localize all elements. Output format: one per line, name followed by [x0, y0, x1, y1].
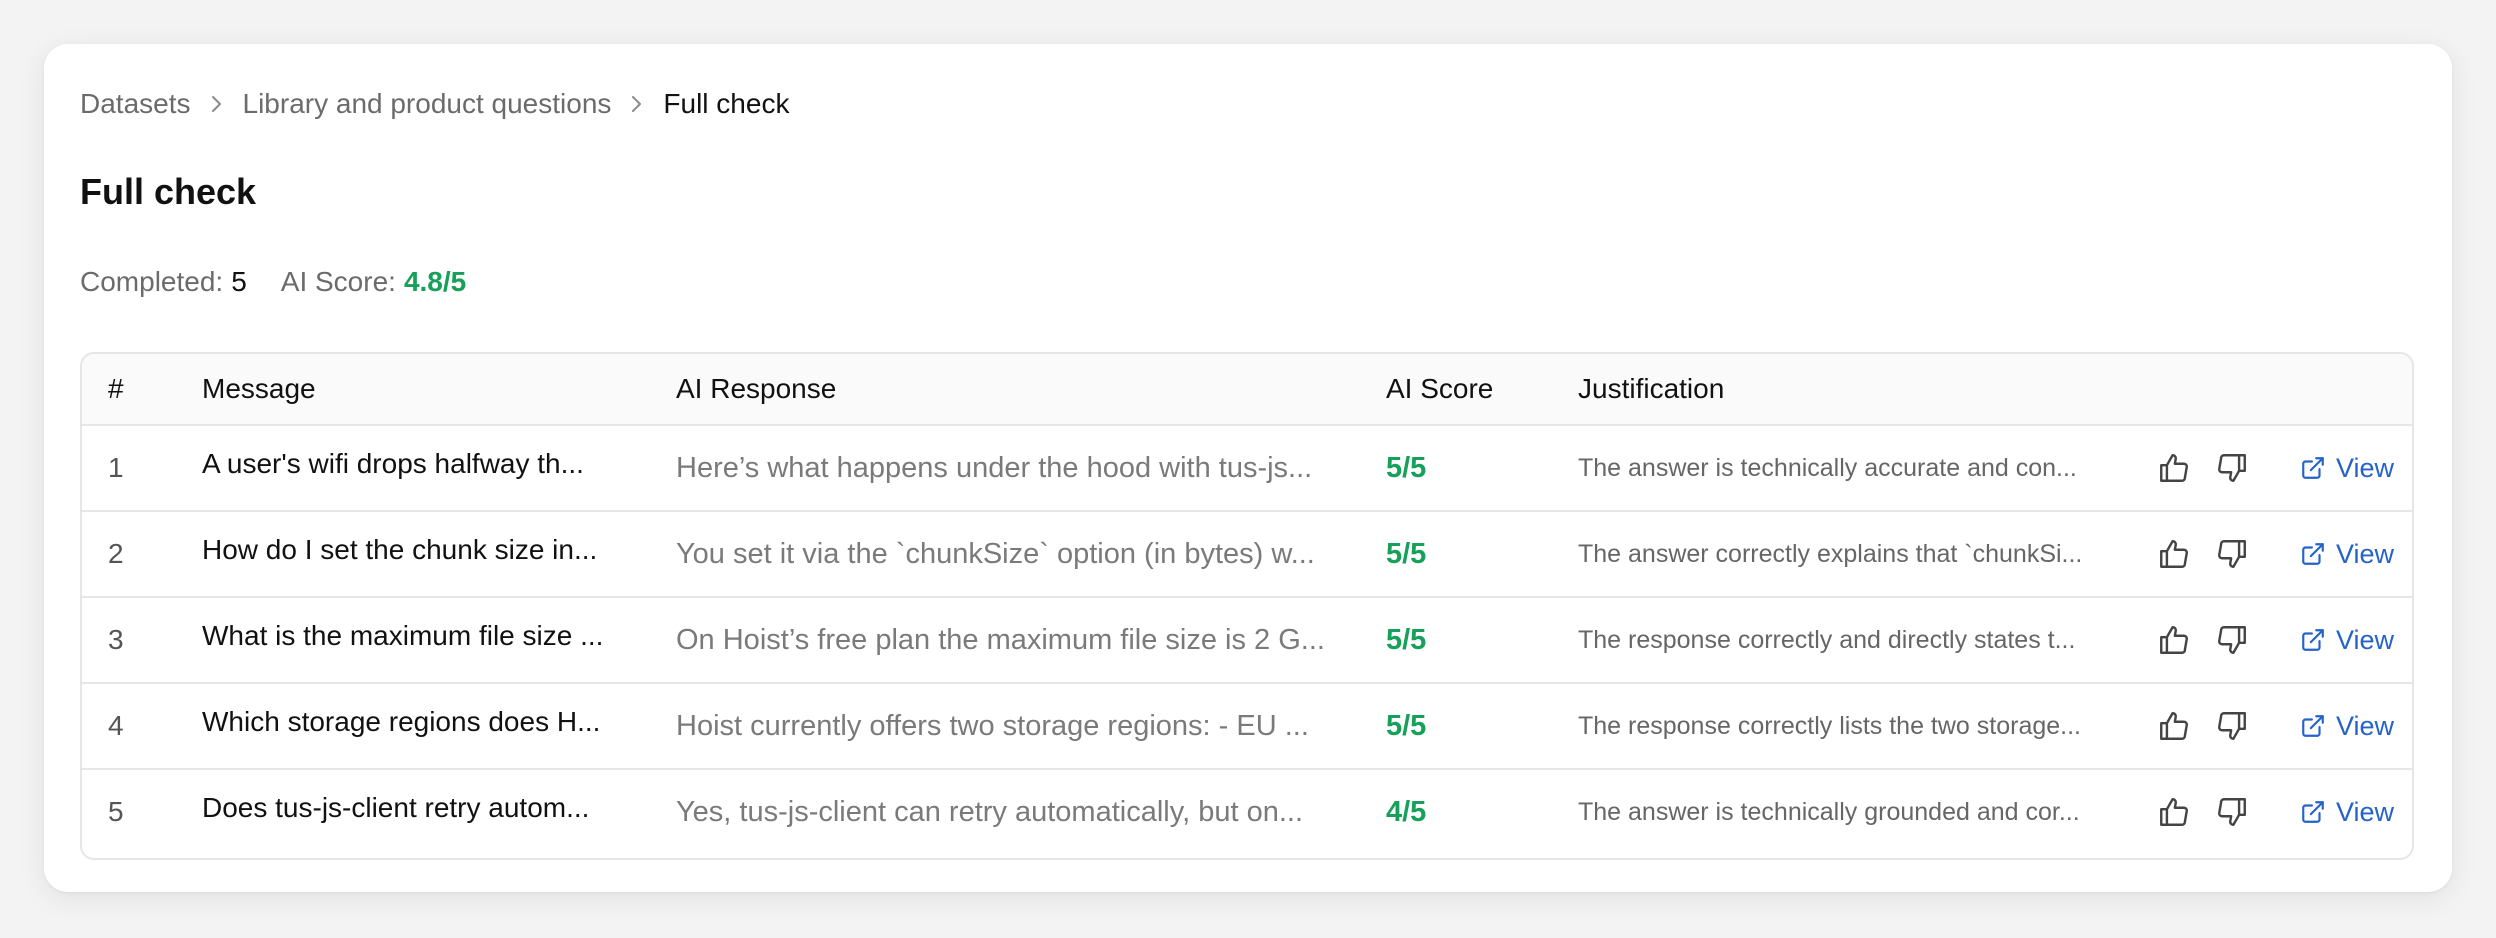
header-ai-score: AI Score: [1386, 373, 1494, 404]
ai-score-label: AI Score:: [280, 266, 396, 297]
thumbs-down-icon[interactable]: [2210, 704, 2254, 748]
view-link[interactable]: View: [2300, 684, 2394, 768]
chevron-right-icon: [191, 84, 243, 124]
ai-score-value: 4.8/5: [403, 266, 467, 297]
thumbs-down-icon[interactable]: [2210, 446, 2254, 490]
row-number: 1: [108, 452, 124, 483]
view-label: View: [2336, 452, 2395, 483]
row-number: 4: [108, 710, 124, 741]
row-number: 2: [108, 538, 124, 569]
row-ai-response: You set it via the `chunkSize` option (i…: [676, 538, 1315, 570]
breadcrumb: Datasets Library and product questions F…: [80, 84, 789, 124]
row-justification: The response correctly and directly stat…: [1578, 626, 2076, 654]
table-row: 3 What is the maximum file size ... On H…: [82, 598, 2412, 684]
row-message: A user's wifi drops halfway th...: [202, 448, 584, 479]
row-ai-score: 5/5: [1386, 624, 1427, 656]
chevron-right-icon: [611, 84, 663, 124]
header-justification: Justification: [1578, 373, 1725, 404]
breadcrumb-library-and-product-questions[interactable]: Library and product questions: [243, 84, 612, 124]
thumbs-up-icon[interactable]: [2152, 618, 2196, 662]
row-justification: The answer correctly explains that `chun…: [1578, 540, 2083, 568]
breadcrumb-datasets[interactable]: Datasets: [80, 84, 191, 124]
view-label: View: [2336, 624, 2395, 655]
view-label: View: [2336, 796, 2395, 827]
row-message: Which storage regions does H...: [202, 706, 601, 737]
row-feedback-actions: [2152, 770, 2268, 854]
external-link-icon: [2300, 541, 2326, 567]
row-feedback-actions: [2152, 684, 2268, 768]
thumbs-down-icon[interactable]: [2210, 618, 2254, 662]
table-row: 2 How do I set the chunk size in... You …: [82, 512, 2412, 598]
completed-label: Completed:: [80, 266, 224, 297]
table-row: 1 A user's wifi drops halfway th... Here…: [82, 426, 2412, 512]
thumbs-down-icon[interactable]: [2210, 790, 2254, 834]
external-link-icon: [2300, 627, 2326, 653]
view-label: View: [2336, 538, 2395, 569]
page-title: Full check: [80, 171, 257, 212]
table-header: # Message AI Response AI Score Justifica…: [82, 354, 2412, 426]
results-table: # Message AI Response AI Score Justifica…: [80, 352, 2414, 860]
thumbs-up-icon[interactable]: [2152, 704, 2196, 748]
header-message: Message: [202, 373, 316, 404]
row-ai-score: 5/5: [1386, 538, 1427, 570]
view-link[interactable]: View: [2300, 426, 2394, 510]
row-justification: The answer is technically grounded and c…: [1578, 798, 2080, 826]
row-ai-response: Yes, tus-js-client can retry automatical…: [676, 796, 1303, 828]
row-message: What is the maximum file size ...: [202, 620, 604, 651]
thumbs-up-icon[interactable]: [2152, 446, 2196, 490]
table-row: 4 Which storage regions does H... Hoist …: [82, 684, 2412, 770]
view-link[interactable]: View: [2300, 598, 2394, 682]
row-message: How do I set the chunk size in...: [202, 534, 598, 565]
external-link-icon: [2300, 713, 2326, 739]
row-ai-response: Hoist currently offers two storage regio…: [676, 710, 1309, 742]
thumbs-up-icon[interactable]: [2152, 790, 2196, 834]
row-number: 5: [108, 796, 124, 827]
row-message: Does tus-js-client retry autom...: [202, 792, 590, 823]
stats-bar: Completed: 5 AI Score: 4.8/5: [80, 262, 466, 302]
completed-value: 5: [231, 266, 247, 297]
external-link-icon: [2300, 799, 2326, 825]
header-number: #: [108, 373, 124, 404]
row-feedback-actions: [2152, 598, 2268, 682]
table-row: 5 Does tus-js-client retry autom... Yes,…: [82, 770, 2412, 856]
view-link[interactable]: View: [2300, 770, 2394, 854]
row-number: 3: [108, 624, 124, 655]
row-justification: The response correctly lists the two sto…: [1578, 712, 2081, 740]
breadcrumb-full-check: Full check: [663, 88, 790, 119]
row-ai-score: 5/5: [1386, 710, 1427, 742]
external-link-icon: [2300, 455, 2326, 481]
row-ai-response: On Hoist’s free plan the maximum file si…: [676, 624, 1325, 656]
evaluation-card: Datasets Library and product questions F…: [44, 44, 2452, 892]
row-ai-score: 4/5: [1386, 796, 1427, 828]
thumbs-down-icon[interactable]: [2210, 532, 2254, 576]
row-justification: The answer is technically accurate and c…: [1578, 454, 2077, 482]
row-feedback-actions: [2152, 512, 2268, 596]
row-ai-response: Here’s what happens under the hood with …: [676, 452, 1313, 484]
thumbs-up-icon[interactable]: [2152, 532, 2196, 576]
header-ai-response: AI Response: [676, 373, 837, 404]
row-ai-score: 5/5: [1386, 452, 1427, 484]
view-link[interactable]: View: [2300, 512, 2394, 596]
view-label: View: [2336, 710, 2395, 741]
row-feedback-actions: [2152, 426, 2268, 510]
